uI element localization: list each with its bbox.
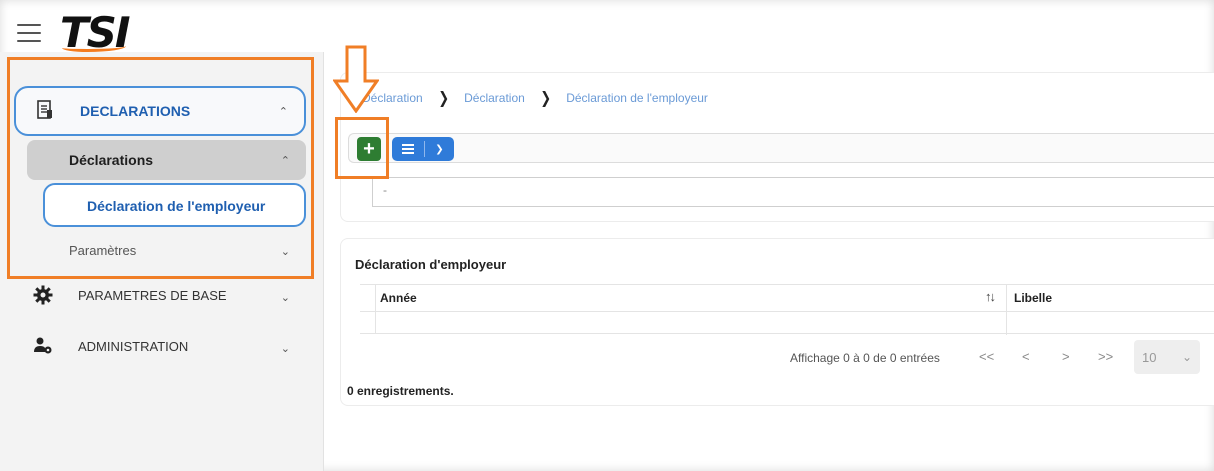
sidebar-item-declarations[interactable]: DECLARATIONS ⌃ xyxy=(14,86,306,136)
add-button[interactable]: + xyxy=(357,137,381,161)
user-gear-icon xyxy=(32,335,54,357)
plus-icon: + xyxy=(363,138,375,160)
chevron-right-icon: ❯ xyxy=(540,90,551,107)
sidebar-item-parametres[interactable]: Paramètres ⌄ xyxy=(27,236,306,266)
page-size-value: 10 xyxy=(1142,349,1157,365)
sidebar-item-administration[interactable]: ADMINISTRATION ⌄ xyxy=(14,333,306,363)
column-header-annee[interactable]: Année xyxy=(380,291,417,305)
app-logo: TSI xyxy=(60,8,131,57)
table-header xyxy=(360,284,1214,312)
next-page-button[interactable]: > xyxy=(1062,349,1070,364)
breadcrumb-item[interactable]: Déclaration xyxy=(464,91,525,105)
table-title: Déclaration d'employeur xyxy=(355,257,507,272)
breadcrumb: Déclaration ❯ Déclaration ❯ Déclaration … xyxy=(362,88,708,108)
chevron-up-icon[interactable]: ⌃ xyxy=(281,154,290,167)
chevron-right-icon: ❯ xyxy=(438,90,449,107)
sidebar-item-label: ADMINISTRATION xyxy=(78,339,189,354)
prev-page-button[interactable]: < xyxy=(1022,349,1030,364)
column-header-libelle[interactable]: Libelle xyxy=(1014,291,1052,305)
sort-icon[interactable]: ↑↓ xyxy=(985,289,996,304)
document-icon xyxy=(34,99,56,121)
chevron-down-icon[interactable]: ⌄ xyxy=(281,291,290,304)
sidebar-item-label: Déclarations xyxy=(69,152,154,168)
sidebar-item-label: Déclaration de l'employeur xyxy=(87,198,266,214)
sidebar-item-declaration-employeur[interactable]: Déclaration de l'employeur xyxy=(43,183,306,227)
sidebar-item-label: PARAMETRES DE BASE xyxy=(78,288,227,303)
gear-icon xyxy=(32,284,54,306)
filter-input-value: - xyxy=(383,183,387,197)
chevron-down-icon[interactable]: ❯ xyxy=(425,137,454,161)
breadcrumb-item[interactable]: Déclaration de l'employeur xyxy=(566,91,708,105)
page-size-select[interactable]: 10 ⌄ xyxy=(1134,340,1200,374)
pagination-info: Affichage 0 à 0 de 0 entrées xyxy=(790,351,940,365)
sidebar-item-declarations-group[interactable]: Déclarations ⌃ xyxy=(27,140,306,180)
filter-input[interactable]: - xyxy=(372,177,1214,207)
chevron-up-icon[interactable]: ⌃ xyxy=(279,105,288,118)
last-page-button[interactable]: >> xyxy=(1098,349,1113,364)
list-menu-button[interactable]: ❯ xyxy=(392,137,454,161)
chevron-down-icon[interactable]: ⌄ xyxy=(281,245,290,258)
records-count: 0 enregistrements. xyxy=(347,384,454,398)
chevron-down-icon: ⌄ xyxy=(1181,350,1192,364)
list-icon xyxy=(392,137,424,161)
hamburger-menu-icon[interactable] xyxy=(17,24,41,42)
first-page-button[interactable]: << xyxy=(979,349,994,364)
sidebar-item-label: Paramètres xyxy=(69,243,137,258)
chevron-down-icon[interactable]: ⌄ xyxy=(281,342,290,355)
sidebar-item-label: DECLARATIONS xyxy=(80,103,191,119)
toolbar xyxy=(348,133,1214,163)
table-row xyxy=(360,312,1214,334)
down-arrow-annotation-icon xyxy=(333,45,379,113)
table-row-selector-cell xyxy=(360,312,376,333)
sidebar-item-parametres-de-base[interactable]: PARAMETRES DE BASE ⌄ xyxy=(14,282,306,312)
table-header-selector-cell xyxy=(360,285,376,311)
